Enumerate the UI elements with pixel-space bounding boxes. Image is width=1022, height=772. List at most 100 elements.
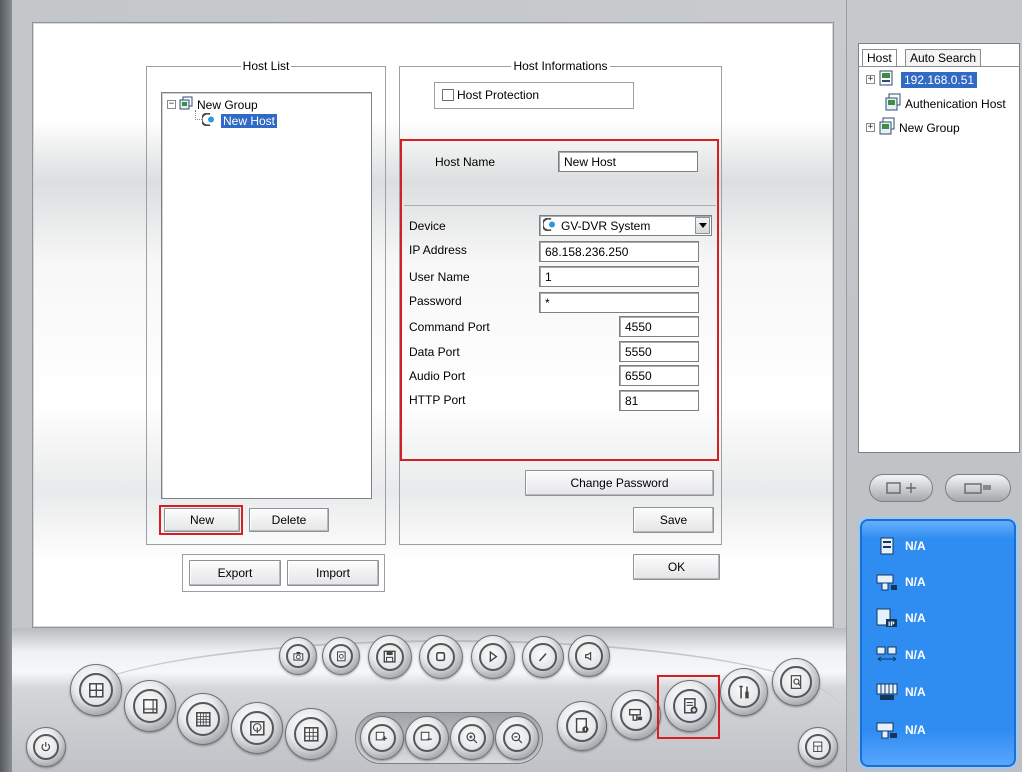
search-button[interactable] xyxy=(772,658,820,706)
zoom-in-area-icon xyxy=(376,732,388,742)
save-icon xyxy=(383,650,396,663)
grid-view-button[interactable] xyxy=(177,693,229,745)
command-port-label: Command Port xyxy=(409,320,490,334)
delete-host-button[interactable]: Delete xyxy=(249,508,329,532)
tab-auto-search[interactable]: Auto Search xyxy=(905,49,982,66)
status-row-host: N/A xyxy=(876,536,926,556)
password-input[interactable] xyxy=(539,292,699,313)
camera-snapshot-button[interactable] xyxy=(945,474,1011,502)
expand-icon[interactable]: + xyxy=(866,123,875,132)
http-port-label: HTTP Port xyxy=(409,393,466,407)
group-icon xyxy=(179,96,194,113)
remote-viewer-window: Host List − New Group New Host New Delet… xyxy=(0,0,1022,772)
play-button[interactable] xyxy=(471,635,515,679)
status-value: N/A xyxy=(905,685,926,699)
ptz-status-icon xyxy=(876,572,898,592)
host-name-input[interactable] xyxy=(558,151,698,172)
expand-icon[interactable]: + xyxy=(866,75,875,84)
status-row-ptz: N/A xyxy=(876,572,926,592)
map-view-button[interactable] xyxy=(231,702,283,754)
ptz-button[interactable] xyxy=(611,690,661,740)
speaker-button[interactable] xyxy=(568,635,610,677)
http-port-input[interactable] xyxy=(619,390,699,411)
host-info-title: Host Informations xyxy=(513,59,608,73)
layout-button[interactable] xyxy=(798,727,838,767)
layout-icon xyxy=(813,741,823,753)
host-name-label: Host Name xyxy=(435,155,496,169)
right-tree-auth-label: Authenication Host xyxy=(905,96,1006,111)
stop-button[interactable] xyxy=(419,635,463,679)
search-icon xyxy=(790,674,801,689)
tree-host-row[interactable]: New Host xyxy=(200,112,278,129)
host-info-button[interactable] xyxy=(557,701,607,751)
ptz-icon xyxy=(629,709,643,721)
save-button[interactable]: Save xyxy=(633,507,714,533)
snapshot-button[interactable] xyxy=(322,637,360,675)
zoom-out-button[interactable] xyxy=(495,716,539,760)
right-tree-group-row[interactable]: + New Group xyxy=(866,117,960,138)
command-port-input[interactable] xyxy=(619,316,699,337)
single-view-button[interactable] xyxy=(70,664,122,716)
left-edge-strip xyxy=(0,0,12,772)
zoom-in-button[interactable] xyxy=(450,716,494,760)
add-host-button[interactable] xyxy=(664,680,716,732)
multi-view-icon xyxy=(303,726,319,742)
tab-host[interactable]: Host xyxy=(862,49,897,66)
save-video-button[interactable] xyxy=(368,635,412,679)
right-tree-auth-row[interactable]: Authenication Host xyxy=(884,93,1006,114)
user-name-input[interactable] xyxy=(539,266,699,287)
zoom-out-area-button[interactable] xyxy=(405,716,449,760)
audio-port-input[interactable] xyxy=(619,365,699,386)
power-icon xyxy=(41,742,51,752)
tree-connector xyxy=(195,110,202,120)
add-host-icon xyxy=(683,697,698,714)
zoom-in-icon xyxy=(466,732,478,744)
ok-button[interactable]: OK xyxy=(633,554,720,580)
ip-address-input[interactable] xyxy=(539,241,699,262)
camera-icon xyxy=(293,651,303,661)
zoom-in-area-button[interactable] xyxy=(360,716,404,760)
quad-view-button[interactable] xyxy=(124,680,176,732)
status-value: N/A xyxy=(905,648,926,662)
speaker-icon xyxy=(584,651,592,661)
power-button[interactable] xyxy=(26,727,66,767)
edit-button[interactable] xyxy=(522,636,564,678)
collapse-icon[interactable]: − xyxy=(167,100,176,109)
host-list-title: Host List xyxy=(242,59,290,73)
device-select[interactable]: GV-DVR System xyxy=(539,215,712,236)
tree-host-label: New Host xyxy=(221,114,278,128)
stop-icon xyxy=(436,652,446,662)
section-divider xyxy=(404,205,716,206)
new-host-button[interactable]: New xyxy=(164,508,240,532)
edit-icon xyxy=(538,652,547,662)
recording-status-icon xyxy=(876,720,898,740)
ptz-move-icon xyxy=(886,482,916,494)
quad-view-icon xyxy=(142,698,158,714)
multi-view-button[interactable] xyxy=(285,708,337,760)
import-button[interactable]: Import xyxy=(287,560,379,586)
host-list-tree[interactable]: − New Group New Host xyxy=(161,92,372,499)
camera-icon xyxy=(964,483,991,494)
ip-address-label: IP Address xyxy=(409,243,467,257)
dvr-monitor-icon xyxy=(878,70,894,89)
device-label: Device xyxy=(409,219,446,233)
tools-button[interactable] xyxy=(720,668,768,716)
status-row-ip: IP N/A xyxy=(876,608,926,628)
dvr-device-icon xyxy=(541,217,559,234)
password-label: Password xyxy=(409,294,462,308)
tree-group-row[interactable]: − New Group xyxy=(167,96,258,113)
network-status-icon xyxy=(876,645,898,665)
tree-group-label: New Group xyxy=(197,97,258,112)
chevron-down-icon[interactable] xyxy=(695,217,710,234)
camera-button[interactable] xyxy=(279,637,317,675)
right-tree-ip-label: 192.168.0.51 xyxy=(901,71,978,88)
zoom-out-icon xyxy=(511,732,523,744)
export-button[interactable]: Export xyxy=(189,560,281,586)
change-password-button[interactable]: Change Password xyxy=(525,470,714,496)
host-protection-checkbox[interactable] xyxy=(442,89,454,101)
user-name-label: User Name xyxy=(409,270,470,284)
ptz-control-button[interactable] xyxy=(869,474,933,502)
right-tree-ip-row[interactable]: + 192.168.0.51 xyxy=(866,70,978,89)
data-port-input[interactable] xyxy=(619,341,699,362)
ip-status-icon: IP xyxy=(876,608,898,628)
